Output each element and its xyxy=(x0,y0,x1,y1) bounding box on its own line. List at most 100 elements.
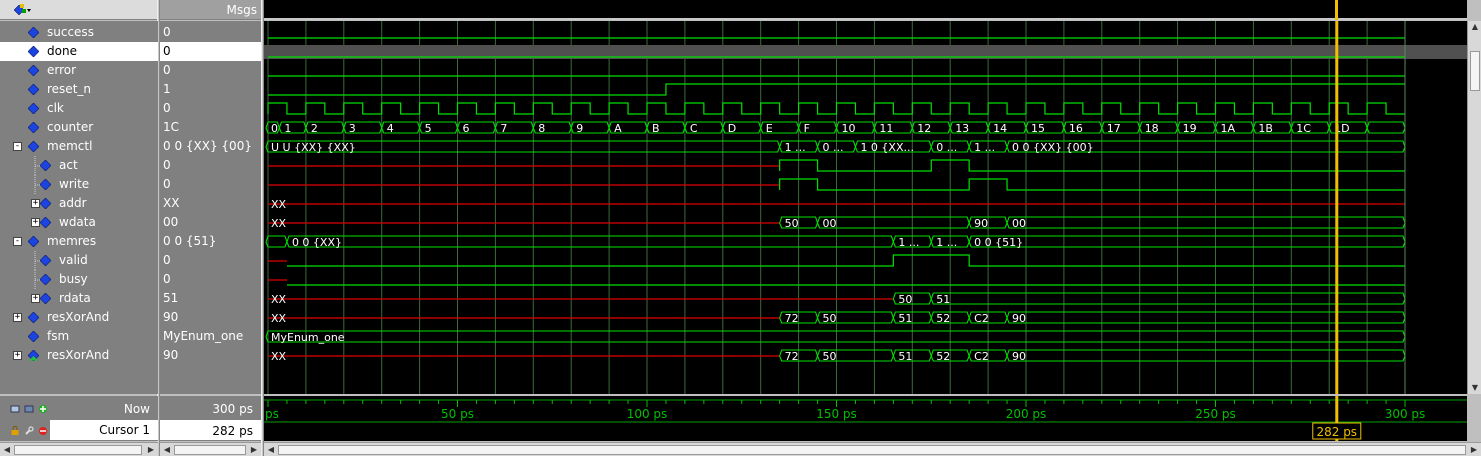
signal-value-row: 0 xyxy=(160,23,261,42)
scroll-down-icon[interactable]: ▼ xyxy=(1469,382,1481,394)
signal-row-resXorAnd[interactable]: + resXorAnd xyxy=(0,346,158,365)
ruler-label: 300 ps xyxy=(1385,407,1426,421)
signal-row-act[interactable]: act xyxy=(0,156,158,175)
time-ruler[interactable]: ps 50 ps 100 ps 150 ps 200 ps 250 ps 300 ps 282… xyxy=(264,396,1467,441)
signal-row-clk[interactable]: clk xyxy=(0,99,158,118)
wave-logo-icon[interactable] xyxy=(10,3,32,17)
now-value: 300 ps xyxy=(212,402,253,416)
signal-name-label: success xyxy=(47,25,94,39)
bus-segment xyxy=(1366,121,1406,134)
wave-value-label: 0 ... xyxy=(936,141,957,154)
signal-row-memctl[interactable]: - memctl xyxy=(0,137,158,156)
signal-row-valid[interactable]: valid xyxy=(0,251,158,270)
wave-value-label: 72 xyxy=(785,312,799,325)
signal-value-row: 0 xyxy=(160,175,261,194)
wave-hscrollbar[interactable]: ◀ ▶ xyxy=(264,442,1481,456)
cursor-value[interactable]: 282 ps xyxy=(212,424,253,438)
wave-value-label: C xyxy=(690,122,698,135)
remove-icon[interactable] xyxy=(38,426,48,436)
signal-value-row: 51 xyxy=(160,289,261,308)
waveform-pane[interactable]: 0 1 2 3 4 5 6 7 8 9 A B C D E F 10 11 12 13 14 15 16 17 18 19 1A 1B… xyxy=(264,21,1467,394)
wave-value-label: 52 xyxy=(936,350,950,363)
signal-row-done[interactable]: done xyxy=(0,42,158,61)
collapse-icon[interactable]: - xyxy=(13,237,22,246)
expand-icon[interactable]: + xyxy=(13,313,22,322)
wave-value-label: 51 xyxy=(936,293,950,306)
signal-name-label: clk xyxy=(47,101,64,115)
signal-diamond-icon xyxy=(40,179,51,190)
scroll-up-icon[interactable]: ▲ xyxy=(1469,21,1481,33)
scroll-right-icon[interactable]: ▶ xyxy=(145,444,157,456)
signal-diamond-icon xyxy=(28,65,39,76)
scroll-left-icon[interactable]: ◀ xyxy=(1,444,13,456)
wave-value-label: 6 xyxy=(463,122,470,135)
signal-name-label: memres xyxy=(47,234,97,248)
signal-name-label: fsm xyxy=(47,329,70,343)
lock-icon[interactable] xyxy=(10,426,20,436)
wave-value-label: 9 xyxy=(576,122,583,135)
wave-value-label: 14 xyxy=(993,122,1007,135)
wave-tool-icon[interactable] xyxy=(24,404,34,414)
signal-row-rdata[interactable]: + rdata xyxy=(0,289,158,308)
signal-row-counter[interactable]: counter xyxy=(0,118,158,137)
cursor-label[interactable]: Cursor 1 xyxy=(99,423,150,437)
expand-icon[interactable]: + xyxy=(31,199,40,208)
scroll-right-icon[interactable]: ▶ xyxy=(1468,444,1480,456)
scroll-left-icon[interactable]: ◀ xyxy=(265,444,277,456)
signal-row-reset_n[interactable]: reset_n xyxy=(0,80,158,99)
bus-segment xyxy=(930,292,1406,305)
vertical-scrollbar[interactable]: ▲ ▼ xyxy=(1467,21,1481,394)
signal-row-memres[interactable]: - memres xyxy=(0,232,158,251)
signal-diamond-icon xyxy=(28,122,39,133)
cursor-name-box[interactable]: Cursor 1 xyxy=(50,420,158,440)
signal-row-error[interactable]: error xyxy=(0,61,158,80)
expand-icon[interactable]: + xyxy=(13,351,22,360)
add-icon[interactable] xyxy=(38,404,48,414)
time-ruler-canvas[interactable]: ps 50 ps 100 ps 150 ps 200 ps 250 ps 300 ps 282… xyxy=(264,396,1467,441)
values-hscrollbar[interactable]: ◀ ▶ xyxy=(160,442,261,456)
wave-value-label: 50 xyxy=(823,350,837,363)
wave-value-label: 00 xyxy=(823,217,837,230)
wrench-icon[interactable] xyxy=(24,426,34,436)
cursor-values-pane: 300 ps 282 ps xyxy=(160,396,261,441)
vertical-scroll-thumb[interactable] xyxy=(1470,51,1480,91)
wave-value-label: 12 xyxy=(917,122,931,135)
collapse-icon[interactable]: - xyxy=(13,142,22,151)
wave-value-label: 72 xyxy=(785,350,799,363)
values-hscroll-thumb[interactable] xyxy=(174,445,246,455)
wave-value-label: 18 xyxy=(1145,122,1159,135)
wave-hscroll-thumb[interactable] xyxy=(278,445,1466,455)
names-hscroll-thumb[interactable] xyxy=(14,445,142,455)
signal-row-resXorAnd[interactable]: + resXorAnd xyxy=(0,308,158,327)
signal-diamond-icon xyxy=(40,274,51,285)
wave-value-label: XX xyxy=(271,312,287,325)
signal-row-wdata[interactable]: + wdata xyxy=(0,213,158,232)
msgs-header-label: Msgs xyxy=(226,3,257,17)
expand-icon[interactable]: + xyxy=(31,294,40,303)
wave-value-label: 50 xyxy=(785,217,799,230)
names-hscrollbar[interactable]: ◀ ▶ xyxy=(0,442,158,456)
bus-segment xyxy=(286,235,894,248)
wave-value-label: 13 xyxy=(955,122,969,135)
signal-row-write[interactable]: write xyxy=(0,175,158,194)
wave-value-label: 10 xyxy=(842,122,856,135)
signal-value-row: 0 xyxy=(160,99,261,118)
signal-row-success[interactable]: success xyxy=(0,23,158,42)
signal-diamond-icon xyxy=(40,160,51,171)
waveform-canvas[interactable]: 0 1 2 3 4 5 6 7 8 9 A B C D E F 10 11 12 13 14 15 16 17 18 19 1A 1B… xyxy=(264,21,1467,394)
scroll-right-icon[interactable]: ▶ xyxy=(248,444,260,456)
zoom-icon[interactable] xyxy=(10,404,20,414)
signal-name-label: counter xyxy=(47,120,94,134)
signal-row-fsm[interactable]: fsm xyxy=(0,327,158,346)
ruler-label: 200 ps xyxy=(1006,407,1047,421)
signal-diamond-icon xyxy=(28,103,39,114)
wave-value-label: E xyxy=(766,122,773,135)
signal-value: 0 xyxy=(163,272,171,286)
wave-value-label: U U {XX} {XX} xyxy=(271,141,356,154)
signal-value-row: 1C xyxy=(160,118,261,137)
signal-row-busy[interactable]: busy xyxy=(0,270,158,289)
scroll-left-icon[interactable]: ◀ xyxy=(161,444,173,456)
bus-segment xyxy=(1006,216,1406,229)
expand-icon[interactable]: + xyxy=(31,218,40,227)
signal-row-addr[interactable]: + addr xyxy=(0,194,158,213)
